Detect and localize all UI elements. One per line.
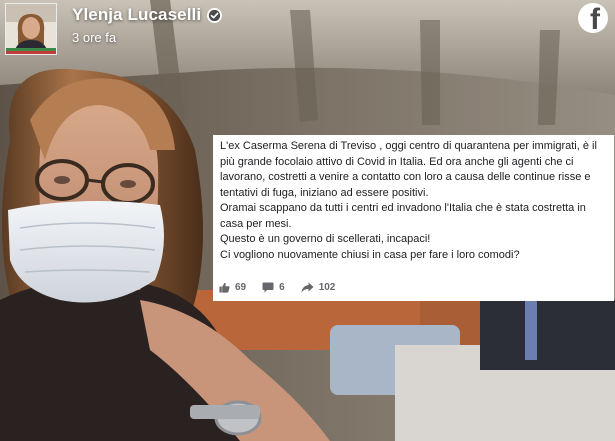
avatar-photo: [6, 4, 56, 54]
like-button[interactable]: 69: [219, 282, 246, 293]
post-paragraph: L'ex Caserma Serena di Treviso , oggi ce…: [220, 140, 597, 199]
engagement-bar: 69 6 102: [219, 282, 351, 293]
share-arrow-icon: [301, 282, 314, 293]
post-paragraph: Ci vogliono nuovamente chiusi in casa pe…: [220, 248, 520, 261]
like-count: 69: [235, 282, 247, 293]
share-button[interactable]: 102: [301, 282, 336, 293]
author-name[interactable]: Ylenja Lucaselli: [72, 5, 223, 25]
facebook-logo-icon: f: [578, 3, 608, 33]
post-timestamp[interactable]: 3 ore fa: [72, 30, 116, 45]
author-avatar[interactable]: [5, 3, 57, 55]
comment-button[interactable]: 6: [262, 282, 285, 293]
comment-count: 6: [279, 282, 285, 293]
comment-icon: [262, 282, 274, 293]
post-paragraph: Oramai scappano da tutti i centri ed inv…: [220, 202, 586, 230]
thumbs-up-icon: [219, 282, 230, 293]
post-body: L'ex Caserma Serena di Treviso , oggi ce…: [220, 139, 606, 263]
post-paragraph: Questo è un governo di scellerati, incap…: [220, 233, 431, 245]
post-card: L'ex Caserma Serena di Treviso , oggi ce…: [213, 135, 614, 301]
verified-badge-icon: [207, 7, 223, 23]
author-name-text[interactable]: Ylenja Lucaselli: [72, 5, 201, 25]
share-count: 102: [318, 282, 336, 293]
